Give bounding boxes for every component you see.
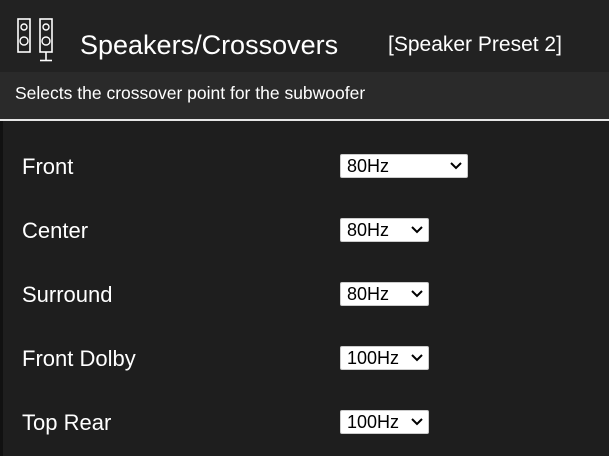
crossover-select-center[interactable]: 80Hz <box>340 218 429 242</box>
crossover-select-front[interactable]: 80Hz <box>340 154 468 178</box>
header: Speakers/Crossovers [Speaker Preset 2] <box>0 0 609 72</box>
crossover-select-front-dolby[interactable]: 100Hz <box>340 346 429 370</box>
select-value: 80Hz <box>347 220 390 240</box>
select-value: 80Hz <box>347 156 390 176</box>
crossover-select-top-rear[interactable]: 100Hz <box>340 410 429 434</box>
chevron-down-icon <box>450 162 462 170</box>
select-value: 100Hz <box>347 412 400 432</box>
crossover-row-surround: Surround 80Hz <box>0 275 609 315</box>
chevron-down-icon <box>411 354 423 362</box>
chevron-down-icon <box>411 418 423 426</box>
description-text: Selects the crossover point for the subw… <box>15 83 366 103</box>
crossover-label-front-dolby: Front Dolby <box>22 346 136 371</box>
chevron-down-icon <box>411 290 423 298</box>
crossover-row-center: Center 80Hz <box>0 211 609 251</box>
select-value: 100Hz <box>347 348 400 368</box>
crossover-settings-list: Front 80Hz Center 80Hz Surround 80Hz Fro… <box>0 121 609 456</box>
crossover-select-surround[interactable]: 80Hz <box>340 282 429 306</box>
chevron-down-icon <box>411 226 423 234</box>
crossover-row-front-dolby: Front Dolby 100Hz <box>0 339 609 379</box>
select-value: 80Hz <box>347 284 390 304</box>
speakers-crossovers-screen: Speakers/Crossovers [Speaker Preset 2] S… <box>0 0 609 456</box>
crossover-label-center: Center <box>22 218 89 243</box>
crossover-row-top-rear: Top Rear 100Hz <box>0 403 609 443</box>
crossover-row-front: Front 80Hz <box>0 147 609 187</box>
crossover-label-surround: Surround <box>22 282 113 307</box>
description-bar: Selects the crossover point for the subw… <box>0 72 609 120</box>
speaker-preset-label: [Speaker Preset 2] <box>388 33 562 56</box>
crossover-label-front: Front <box>22 154 74 179</box>
speakers-icon <box>17 18 53 62</box>
page-title: Speakers/Crossovers <box>80 30 339 60</box>
crossover-label-top-rear: Top Rear <box>22 410 112 435</box>
